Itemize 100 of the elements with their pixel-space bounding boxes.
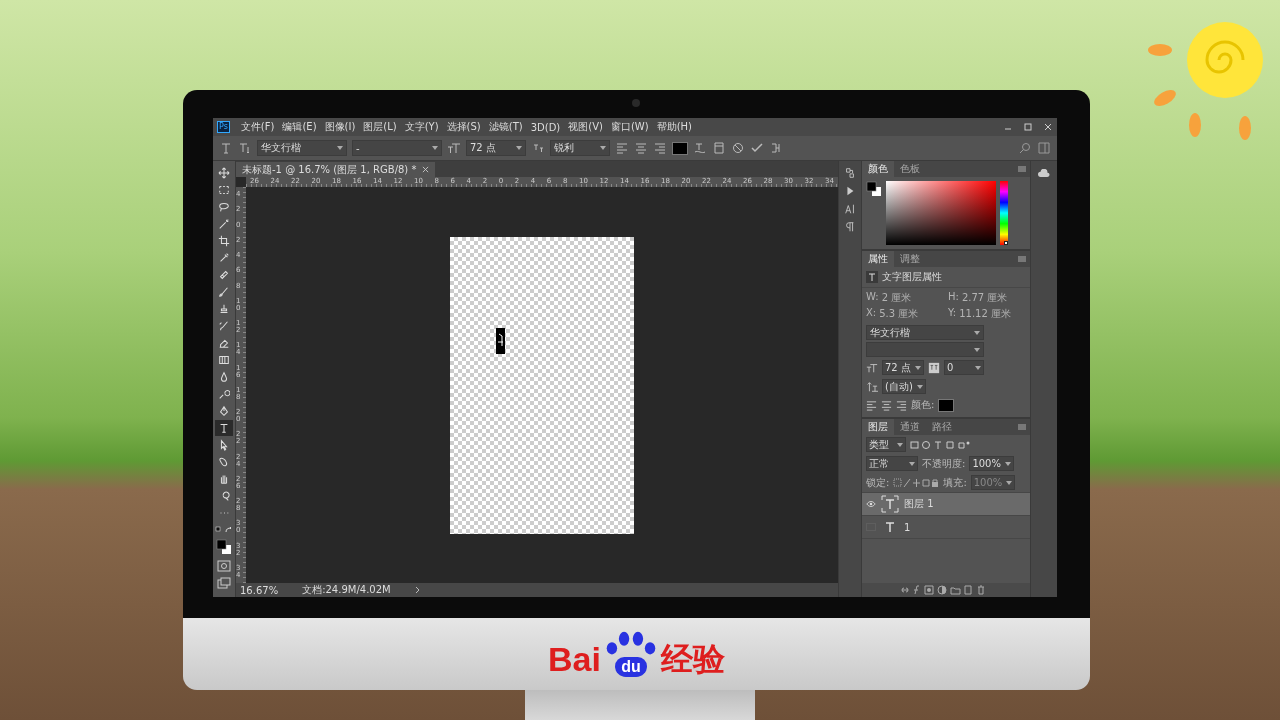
quick-mask-icon[interactable] (217, 560, 231, 572)
marquee-icon (218, 184, 230, 196)
properties-heading: 文字图层属性 (882, 270, 942, 284)
menu-item[interactable]: 3D(D) (527, 121, 564, 133)
brush-icon (218, 286, 230, 298)
align-left-icon[interactable] (866, 399, 877, 411)
hue-slider[interactable] (1000, 181, 1008, 245)
eye-icon[interactable] (866, 500, 876, 508)
lock-label: 锁定: (866, 475, 890, 490)
document-size-info: 文档:24.9M/4.02M (302, 583, 391, 597)
font-size-icon (866, 361, 878, 374)
hand-icon (218, 473, 230, 485)
leading-dropdown[interactable]: (自动) (882, 379, 926, 394)
color-label: 颜色: (911, 398, 935, 412)
opacity-label: 不透明度: (922, 456, 966, 471)
menu-item[interactable]: 编辑(E) (279, 120, 320, 134)
text-glyph-drawing (496, 327, 505, 354)
menu-item[interactable]: 文字(Y) (401, 120, 442, 134)
color-swatches-icon[interactable] (866, 181, 882, 197)
menu-item[interactable]: 图层(L) (360, 120, 400, 134)
screen-mode-icon[interactable] (217, 577, 231, 589)
lock-icons[interactable] (893, 477, 940, 488)
menu-item[interactable]: 窗口(W) (607, 120, 652, 134)
history-icon (218, 320, 230, 332)
menu-item[interactable]: 滤镜(T) (485, 120, 526, 134)
chevron-right-icon[interactable] (414, 586, 421, 594)
text-orientation-icon[interactable] (238, 141, 252, 155)
cloud-icon[interactable] (1038, 169, 1050, 178)
menu-item[interactable]: 选择(S) (443, 120, 484, 134)
maximize-icon[interactable] (1023, 122, 1033, 132)
panel-tab[interactable]: 路径 (926, 419, 958, 435)
menu-item[interactable]: 视图(V) (565, 120, 606, 134)
healing-icon (218, 269, 230, 281)
align-right-icon[interactable] (896, 399, 907, 411)
zoom-level[interactable]: 16.67% (240, 584, 279, 596)
panel-tab[interactable]: 调整 (894, 251, 926, 267)
menu-item[interactable]: 文件(F) (237, 120, 278, 134)
3d-icon[interactable] (769, 141, 783, 155)
camera-icon (632, 99, 640, 107)
type-layer-icon (881, 495, 899, 513)
color-swatches-icon[interactable] (216, 539, 232, 555)
eyedropper-icon (218, 252, 230, 264)
type-icon[interactable] (219, 141, 233, 155)
play-icon[interactable] (844, 185, 856, 197)
panel-tab[interactable]: 色板 (894, 161, 926, 177)
text-color-swatch[interactable] (672, 141, 688, 155)
panel-tab[interactable]: 图层 (862, 419, 894, 435)
paragraph-icon[interactable] (844, 221, 856, 233)
close-icon[interactable] (422, 166, 430, 173)
close-icon[interactable] (1043, 122, 1053, 132)
tool-button[interactable] (215, 165, 233, 181)
warp-text-icon[interactable] (693, 141, 707, 155)
antialias-dropdown[interactable]: 锐利 (550, 140, 610, 156)
gradient-icon (218, 354, 230, 366)
history-icon[interactable] (844, 167, 856, 179)
color-field[interactable] (886, 181, 996, 245)
align-center-icon[interactable] (881, 399, 892, 411)
menu-item[interactable]: 帮助(H) (653, 120, 695, 134)
layer-row[interactable]: 1 (862, 516, 1030, 539)
lasso-icon (218, 201, 230, 213)
menu-item[interactable]: 图像(I) (321, 120, 359, 134)
app-logo: Ps (217, 121, 230, 133)
logo-text: Bai (548, 641, 601, 677)
paw-logo: du (602, 631, 659, 677)
panel-tab[interactable]: 通道 (894, 419, 926, 435)
panel-icon[interactable] (712, 141, 726, 155)
slider-thumb[interactable] (1004, 241, 1008, 245)
checkmark-icon[interactable] (750, 141, 764, 155)
panel-tab[interactable]: 属性 (862, 251, 894, 267)
crop-icon (218, 235, 230, 247)
blend-mode-dropdown[interactable]: 正常 (866, 456, 918, 471)
layer-row[interactable]: 图层 1 (862, 493, 1030, 516)
font-size-icon (447, 141, 461, 155)
wand-icon (218, 218, 230, 230)
tracking-dropdown[interactable]: 0 (943, 360, 984, 375)
antialias-icon (531, 141, 545, 155)
font-dropdown[interactable]: 华文行楷 (866, 325, 984, 340)
swap-colors-icon[interactable] (215, 526, 233, 534)
layer-filter-icons[interactable] (910, 439, 970, 450)
path-icon (218, 439, 230, 451)
eraser-icon (218, 337, 230, 349)
tool-button[interactable] (215, 420, 233, 436)
font-size-dropdown[interactable]: 72 点 (882, 360, 924, 375)
layer-filter-dropdown[interactable]: 类型 (866, 437, 906, 452)
leading-icon (866, 380, 878, 393)
move-icon (218, 167, 230, 179)
cancel-icon[interactable] (731, 141, 745, 155)
shape-icon (218, 456, 230, 468)
search-icon[interactable] (1018, 141, 1032, 155)
text-color-swatch[interactable] (938, 398, 955, 412)
font-style-dropdown[interactable]: - (352, 140, 442, 156)
pen-icon (218, 405, 230, 417)
opacity-field[interactable]: 100% (969, 456, 1014, 471)
type-icon (218, 422, 230, 434)
panel-tab[interactable]: 颜色 (862, 161, 894, 177)
character-icon[interactable] (844, 203, 856, 215)
font-dropdown[interactable]: 华文行楷 (257, 140, 347, 156)
document-tab[interactable]: 未标题-1 @ 16.7% (图层 1, RGB/8) * (236, 162, 436, 177)
font-size-dropdown[interactable]: 72 点 (466, 140, 526, 156)
dodge-icon (218, 388, 230, 400)
